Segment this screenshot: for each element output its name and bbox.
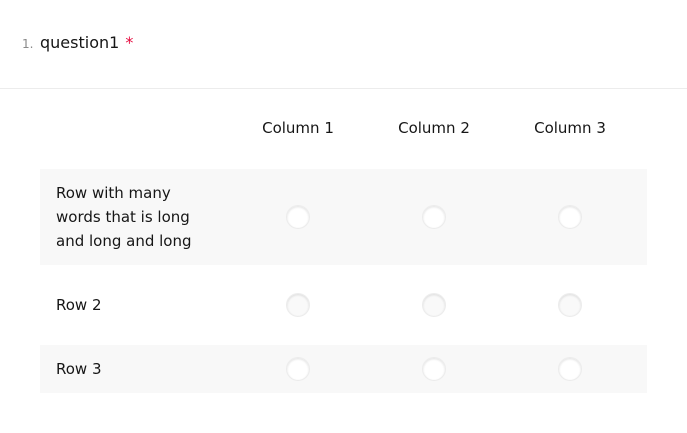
radio-row3-col3[interactable] — [558, 357, 582, 381]
radio-row3-col1[interactable] — [286, 357, 310, 381]
column-header-2: Column 2 — [398, 119, 470, 137]
radio-row1-col3[interactable] — [558, 205, 582, 229]
question-header: 1. question1 * — [0, 0, 687, 89]
question-title-text: question1 — [40, 33, 120, 52]
question-number: 1. — [22, 37, 34, 51]
radio-row3-col2[interactable] — [422, 357, 446, 381]
column-header-1: Column 1 — [262, 119, 334, 137]
row-label-1: Row with many words that is long and lon… — [56, 184, 192, 250]
radio-row2-col1[interactable] — [286, 293, 310, 317]
column-header-3: Column 3 — [534, 119, 606, 137]
row-label-3: Row 3 — [56, 360, 102, 378]
required-marker: * — [125, 33, 134, 52]
radio-row1-col1[interactable] — [286, 205, 310, 229]
radio-row2-col2[interactable] — [422, 293, 446, 317]
question-title: question1 * — [40, 33, 133, 52]
radio-row1-col2[interactable] — [422, 205, 446, 229]
radio-row2-col3[interactable] — [558, 293, 582, 317]
matrix-row-3: Row 3 — [40, 345, 647, 393]
row-label-2: Row 2 — [56, 296, 102, 314]
matrix-row-2: Row 2 — [40, 265, 647, 345]
matrix-row-1: Row with many words that is long and lon… — [40, 169, 647, 265]
question-card: 1. question1 * Column 1 Column 2 Column 3… — [0, 0, 687, 433]
